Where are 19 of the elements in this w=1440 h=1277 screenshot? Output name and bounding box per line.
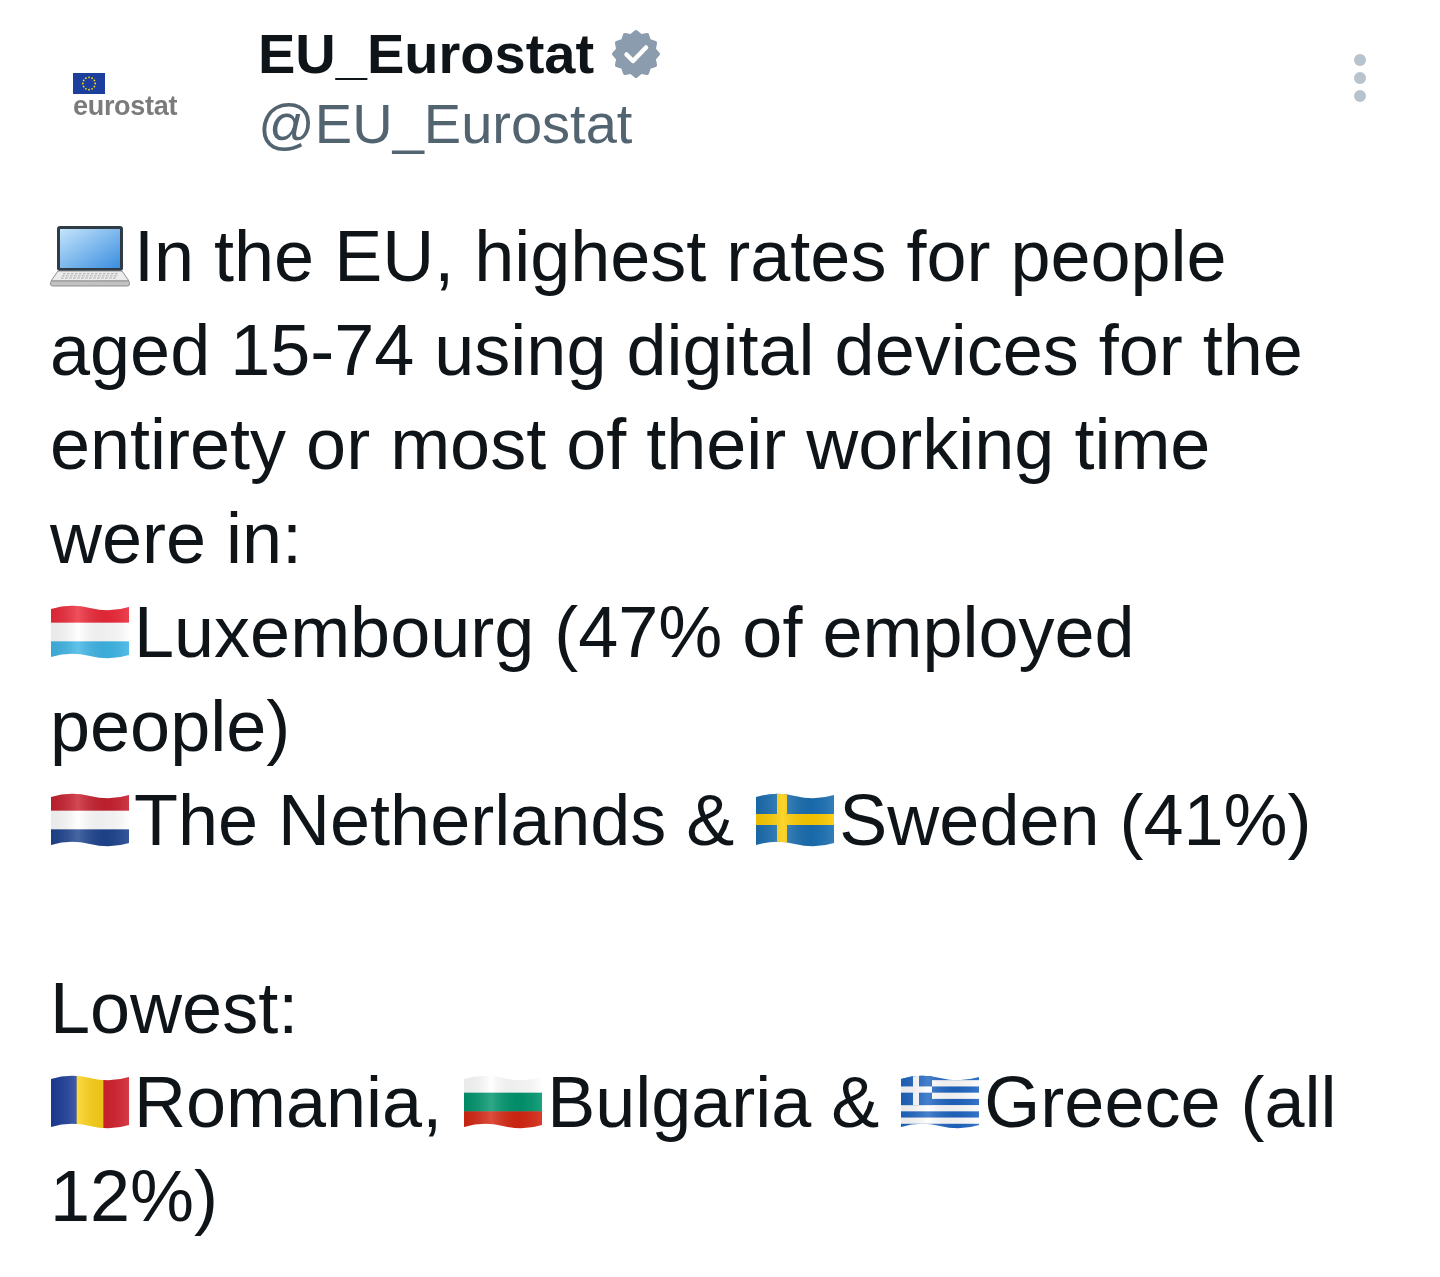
post-text: Lowest:: [50, 967, 299, 1050]
post-text: Romania,: [134, 1061, 443, 1144]
post-text: entirety or most of their working time: [50, 403, 1211, 486]
post-text: Bulgaria &: [547, 1061, 880, 1144]
logo-wordmark: eurostat: [73, 94, 178, 118]
account-handle[interactable]: @EU_Eurostat: [258, 89, 633, 159]
laptop-icon: [50, 225, 130, 287]
eu-flag-icon: [73, 73, 105, 94]
post-text: In the EU, highest rates for people: [134, 215, 1227, 298]
post-text: Sweden (41%): [839, 779, 1312, 862]
post-text: people): [50, 685, 291, 768]
post-text: aged 15-74 using digital devices for the: [50, 309, 1303, 392]
post-text: Greece (all: [984, 1061, 1337, 1144]
account-name[interactable]: EU_Eurostat: [258, 19, 595, 89]
post-text: 12%): [50, 1155, 219, 1238]
post-text: were in:: [50, 497, 303, 580]
more-icon[interactable]: [1352, 54, 1368, 102]
post-text: Luxembourg (47% of employed: [134, 591, 1135, 674]
post-text: The Netherlands &: [134, 779, 735, 862]
